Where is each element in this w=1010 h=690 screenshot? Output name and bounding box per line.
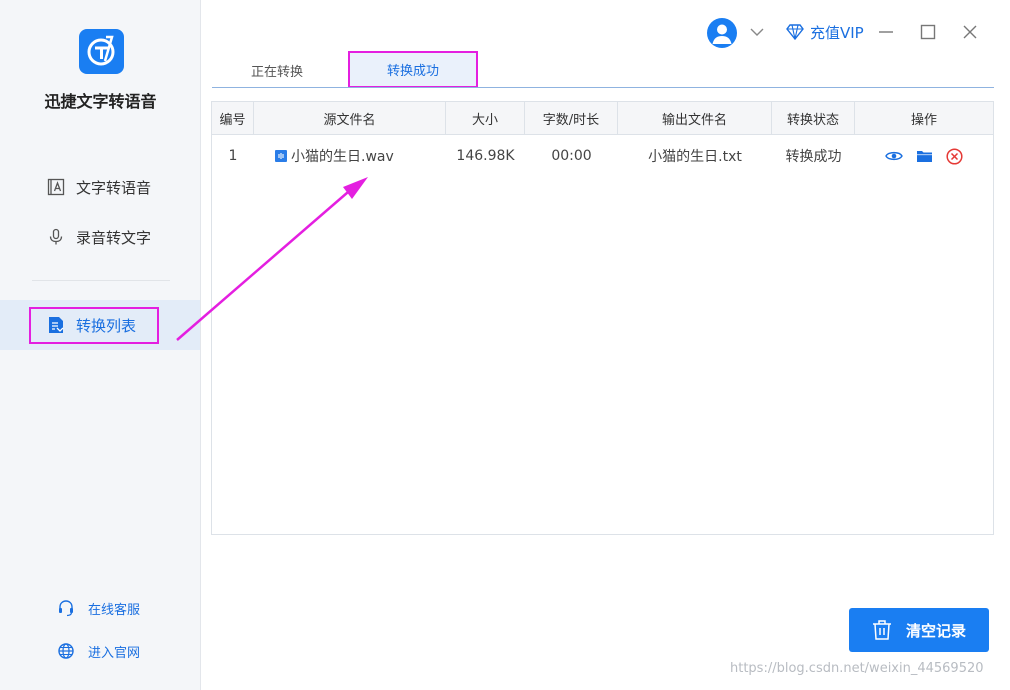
file-size: 146.98K (456, 148, 515, 164)
text-book-icon (46, 177, 66, 197)
column-header: 字数/时长 (525, 102, 618, 135)
row-actions (855, 136, 993, 176)
status-text: 转换成功 (785, 149, 842, 165)
app-logo-icon (79, 29, 124, 74)
eye-icon[interactable] (885, 147, 903, 165)
sidebar-item-text-to-speech[interactable]: 文字转语音 (0, 167, 200, 207)
sidebar: 迅捷文字转语音 文字转语音 录音转文字 转换列表 在线客服 进入官网 (0, 0, 201, 690)
output-file-name: 小猫的生日.txt (648, 149, 742, 165)
headset-icon (56, 598, 76, 618)
maximize-icon[interactable] (918, 22, 938, 42)
diamond-icon (786, 24, 804, 40)
sidebar-item-label: 录音转文字 (76, 228, 152, 247)
audio-file-icon (275, 150, 287, 162)
column-header: 编号 (212, 102, 254, 135)
tab-success[interactable]: 转换成功 (348, 51, 478, 88)
folder-icon[interactable] (915, 147, 933, 165)
table-header: 编号 源文件名 大小 字数/时长 输出文件名 转换状态 操作 (212, 102, 993, 135)
vip-label: 充值VIP (810, 23, 864, 42)
column-header: 转换状态 (772, 102, 855, 135)
column-header: 操作 (910, 113, 937, 128)
microphone-icon (46, 227, 66, 247)
annotation-highlight-box (29, 307, 159, 344)
column-header: 大小 (446, 102, 525, 135)
sidebar-item-label: 文字转语音 (76, 178, 152, 197)
clear-records-label: 清空记录 (905, 621, 966, 640)
vip-recharge-button[interactable]: 充值VIP (786, 20, 864, 44)
delete-icon[interactable] (945, 147, 963, 165)
source-file-cell: 小猫的生日.wav (254, 136, 446, 176)
source-file-name: 小猫的生日.wav (291, 149, 394, 165)
trash-icon (872, 619, 892, 641)
minimize-icon[interactable] (876, 22, 896, 42)
tab-divider (212, 87, 994, 88)
online-support-link[interactable]: 在线客服 (0, 596, 200, 620)
column-header: 源文件名 (254, 102, 446, 135)
tab-converting[interactable]: 正在转换 (212, 54, 342, 86)
close-icon[interactable] (960, 22, 980, 42)
row-index: 1 (228, 148, 238, 164)
sidebar-divider (32, 280, 170, 281)
user-avatar-icon[interactable] (707, 18, 737, 48)
globe-icon (56, 641, 76, 661)
official-site-link[interactable]: 进入官网 (0, 639, 200, 663)
watermark-text: https://blog.csdn.net/weixin_44569520 (730, 661, 984, 676)
chevron-down-icon[interactable] (747, 22, 767, 42)
footer-link-label: 在线客服 (88, 602, 141, 618)
duration: 00:00 (551, 148, 592, 164)
footer-link-label: 进入官网 (88, 645, 141, 661)
clear-records-button[interactable]: 清空记录 (849, 608, 989, 652)
table-row[interactable]: 1 小猫的生日.wav 146.98K 00:00 小猫的生日.txt 转换成功 (212, 136, 993, 176)
conversion-table: 编号 源文件名 大小 字数/时长 输出文件名 转换状态 操作 1 小猫的生日.w… (211, 101, 994, 535)
column-header: 输出文件名 (618, 102, 772, 135)
app-title: 迅捷文字转语音 (44, 92, 157, 111)
sidebar-item-speech-to-text[interactable]: 录音转文字 (0, 217, 200, 257)
